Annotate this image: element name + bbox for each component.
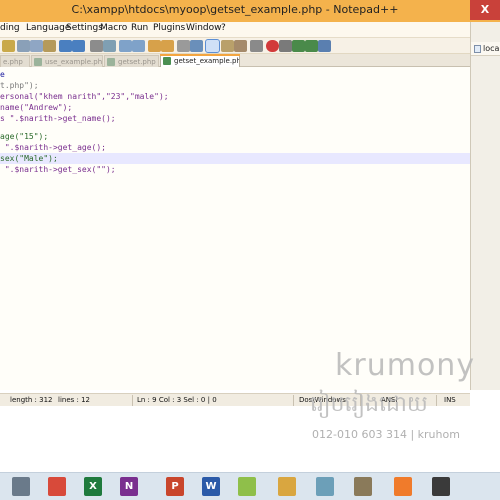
redo-icon[interactable]: [72, 40, 85, 52]
code-text: t.php");: [0, 81, 39, 90]
code-text: name("Andrew");: [0, 103, 73, 112]
word-wrap-icon[interactable]: [177, 40, 190, 52]
menu-plugins[interactable]: Plugins: [153, 23, 185, 33]
tab-label: use_example.php: [45, 58, 103, 66]
close-button[interactable]: X: [470, 0, 500, 20]
status-divider: [360, 395, 361, 406]
tab-label: getset_example.php: [174, 57, 240, 65]
powerpoint-icon[interactable]: P: [166, 477, 184, 496]
function-list-icon[interactable]: [234, 40, 247, 52]
folder-workspace-icon[interactable]: [250, 40, 263, 52]
chrome-icon[interactable]: [48, 477, 66, 496]
side-panel-header[interactable]: loca: [471, 42, 500, 56]
tools-icon[interactable]: [354, 477, 372, 496]
file-icon: [107, 58, 115, 66]
toolbar: [0, 38, 470, 54]
record-macro-icon[interactable]: [266, 40, 279, 52]
video-icon[interactable]: [432, 477, 450, 496]
notes-icon[interactable]: [316, 477, 334, 496]
menu-bar: ding Language Settings Macro Run Plugins…: [0, 22, 470, 38]
tab-getset[interactable]: getset.php: [104, 55, 159, 67]
status-insert-mode: INS: [444, 396, 456, 404]
taskbar: X N P W: [0, 472, 500, 500]
file-icon: [163, 57, 171, 65]
doc-map-icon[interactable]: [221, 40, 234, 52]
status-position: Ln : 9 Col : 3 Sel : 0 | 0: [137, 396, 217, 404]
tab-label: e.php: [3, 58, 23, 66]
code-text: sex("Male");: [0, 154, 58, 163]
code-text: ".$narith->get_age();: [0, 143, 106, 152]
indent-guide-icon[interactable]: [205, 39, 220, 53]
onenote-icon[interactable]: N: [120, 477, 138, 496]
code-line-3: ersonal("khem narith","23","male");: [0, 91, 470, 102]
sync-horizontal-icon[interactable]: [161, 40, 174, 52]
menu-window[interactable]: Window: [186, 23, 222, 33]
watermark-contact: 012-010 603 314 | kruhom: [312, 428, 460, 441]
status-bar: length : 312 lines : 12 Ln : 9 Col : 3 S…: [0, 393, 470, 406]
status-divider: [293, 395, 294, 406]
code-line-2: t.php");: [0, 80, 470, 91]
show-all-chars-icon[interactable]: [190, 40, 203, 52]
code-line-4: name("Andrew");: [0, 102, 470, 113]
code-line-1: e: [0, 69, 470, 80]
run-macro-multiple-icon[interactable]: [305, 40, 318, 52]
print-icon[interactable]: [2, 40, 15, 52]
code-text: e: [0, 70, 5, 79]
word-icon[interactable]: W: [202, 477, 220, 496]
file-icon: [34, 58, 42, 66]
excel-icon[interactable]: X: [84, 477, 102, 496]
find-icon[interactable]: [90, 40, 103, 52]
stop-macro-icon[interactable]: [279, 40, 292, 52]
copy-icon[interactable]: [30, 40, 43, 52]
browser-icon[interactable]: [12, 477, 30, 496]
menu-macro[interactable]: Macro: [100, 23, 127, 33]
xampp-icon[interactable]: [394, 477, 412, 496]
status-eol: Dos\Windows: [299, 396, 346, 404]
active-tab-indicator: [160, 54, 240, 56]
tab-e-php[interactable]: e.php: [0, 55, 30, 67]
side-panel-label: loca: [483, 44, 500, 53]
code-editor[interactable]: e t.php"); ersonal("khem narith","23","m…: [0, 67, 470, 390]
tab-bar: e.php use_example.php getset.php getset_…: [0, 54, 470, 67]
zoom-out-icon[interactable]: [132, 40, 145, 52]
status-encoding: ANSI: [381, 396, 398, 404]
sync-vertical-icon[interactable]: [148, 40, 161, 52]
code-line-10: ".$narith->get_sex("");: [0, 164, 470, 175]
window-title: C:\xampp\htdocs\myoop\getset_example.php…: [71, 3, 399, 16]
status-divider: [132, 395, 133, 406]
code-line-7: age("15");: [0, 131, 470, 142]
cut-icon[interactable]: [17, 40, 30, 52]
menu-settings[interactable]: Settings: [66, 23, 103, 33]
code-text: s ".$narith->get_name();: [0, 114, 116, 123]
notepadpp-icon[interactable]: [238, 477, 256, 496]
title-bar: C:\xampp\htdocs\myoop\getset_example.php…: [0, 0, 500, 22]
zoom-in-icon[interactable]: [119, 40, 132, 52]
status-length: length : 312: [10, 396, 53, 404]
document-icon: [474, 45, 481, 53]
tab-use-example[interactable]: use_example.php: [31, 55, 103, 67]
code-line-8: ".$narith->get_age();: [0, 142, 470, 153]
code-text: ".$narith->get_sex("");: [0, 165, 116, 174]
status-divider: [436, 395, 437, 406]
save-macro-icon[interactable]: [318, 40, 331, 52]
menu-language[interactable]: Language: [26, 23, 70, 33]
play-macro-icon[interactable]: [292, 40, 305, 52]
code-line-5: s ".$narith->get_name();: [0, 113, 470, 124]
code-text: age("15");: [0, 132, 49, 141]
undo-icon[interactable]: [59, 40, 72, 52]
side-panel: loca: [470, 22, 500, 390]
screen: C:\xampp\htdocs\myoop\getset_example.php…: [0, 0, 500, 500]
menu-encoding[interactable]: ding: [0, 23, 20, 33]
status-lines: lines : 12: [58, 396, 90, 404]
code-text: ersonal("khem narith","23","male");: [0, 92, 169, 101]
tab-label: getset.php: [118, 58, 156, 66]
menu-help[interactable]: ?: [221, 23, 226, 33]
menu-run[interactable]: Run: [131, 23, 148, 33]
code-line-9-current: sex("Male");: [0, 153, 470, 164]
file-manager-icon[interactable]: [278, 477, 296, 496]
paste-icon[interactable]: [43, 40, 56, 52]
replace-icon[interactable]: [103, 40, 116, 52]
